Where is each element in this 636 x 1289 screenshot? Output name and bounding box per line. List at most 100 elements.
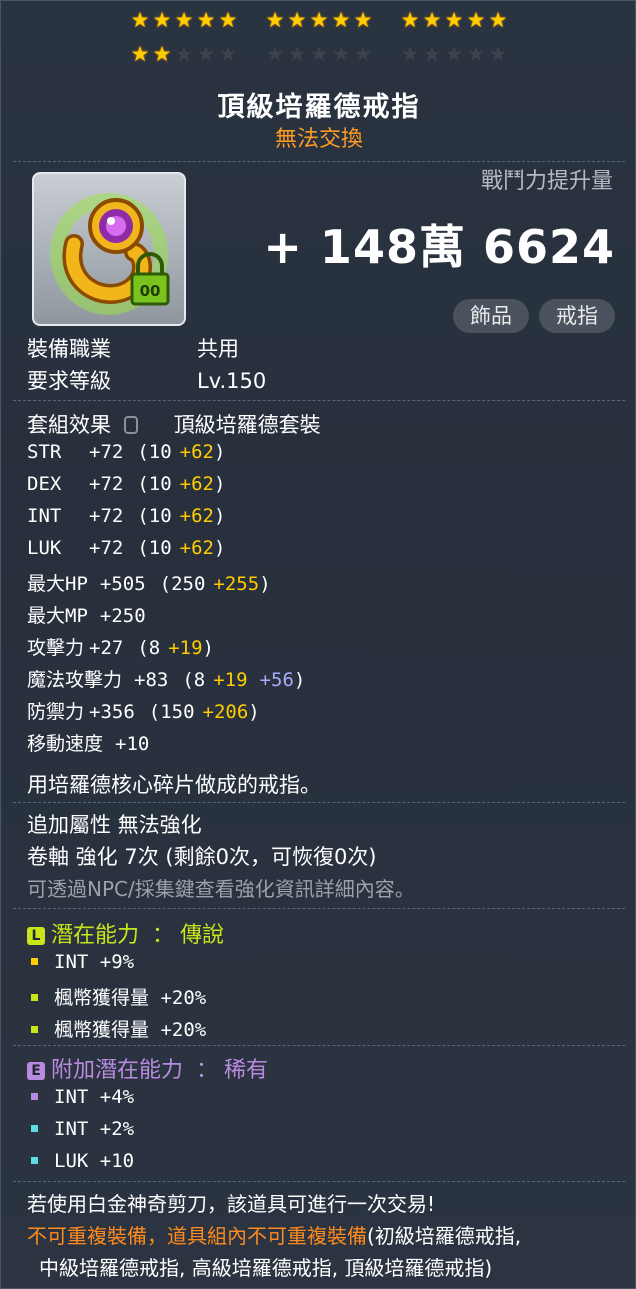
star-empty-icon: ★ — [309, 42, 329, 66]
star-force-row-1: ★ ★ ★ ★ ★ ★ ★ ★ ★ ★ ★ ★ ★ ★ ★ — [1, 9, 636, 31]
stat-close: ) — [248, 701, 260, 723]
star-empty-icon: ★ — [488, 42, 508, 66]
additional-potential-label: 附加潛在能力 — [51, 1058, 184, 1083]
set-effect-name: 頂級培羅德套裝 — [173, 413, 321, 437]
stat-row: 防禦力 +356 (150 +206) — [27, 697, 260, 724]
stat-bonus: +62 — [179, 537, 214, 559]
star-filled-icon: ★ — [218, 8, 238, 32]
stat-name: 攻擊力 — [27, 637, 85, 659]
star-filled-icon: ★ — [488, 8, 508, 32]
stat-total: +250 — [99, 605, 146, 627]
stat-name: 最大MP — [27, 605, 88, 627]
stat-close: ) — [202, 637, 214, 659]
bullet-icon — [31, 1157, 38, 1164]
golden-ring-icon: 00 — [32, 172, 186, 326]
power-increase-value: + 148萬 6624 — [263, 220, 615, 274]
potential-line: 楓幣獲得量 +20% — [31, 983, 206, 1010]
star-filled-icon: ★ — [174, 8, 194, 32]
stat-base: (10 — [137, 505, 172, 527]
stat-bonus: +19 — [213, 669, 248, 691]
star-filled-icon: ★ — [422, 8, 442, 32]
level-value: Lv.150 — [197, 369, 267, 393]
stat-bonus-magic: +56 — [259, 669, 294, 691]
star-group: ★ ★ ★ ★ ★ — [130, 43, 239, 65]
potential-line: LUK +10 — [31, 1150, 134, 1172]
star-filled-icon: ★ — [309, 8, 329, 32]
stat-name: LUK — [27, 537, 62, 559]
potential-line-text: INT +2% — [54, 1118, 135, 1140]
stat-close: ) — [213, 505, 226, 527]
stat-total: +72 — [89, 441, 124, 463]
star-filled-icon: ★ — [287, 8, 307, 32]
star-empty-icon: ★ — [331, 42, 351, 66]
epic-grade-icon: E — [27, 1062, 45, 1080]
stat-total: +72 — [89, 537, 124, 559]
star-group: ★ ★ ★ ★ ★ — [265, 9, 374, 31]
stat-row: LUK +72 (10 +62) — [27, 537, 225, 559]
extra-attribute: 追加屬性 無法強化 — [27, 813, 202, 837]
stat-close: ) — [213, 441, 226, 463]
unique-equip-list-b: 中級培羅德戒指, 高級培羅德戒指, 頂級培羅德戒指) — [39, 1256, 493, 1280]
star-empty-icon: ★ — [196, 42, 216, 66]
star-filled-icon: ★ — [196, 8, 216, 32]
category-tag-ring: 戒指 — [539, 299, 615, 333]
additional-potential-grade: 稀有 — [224, 1058, 269, 1083]
stat-base: (8 — [182, 669, 206, 691]
stat-close: ) — [293, 669, 306, 691]
star-filled-icon: ★ — [152, 8, 172, 32]
star-group: ★ ★ ★ ★ ★ — [265, 43, 374, 65]
potential-line-text: LUK +10 — [54, 1150, 135, 1172]
star-force-row-2: ★ ★ ★ ★ ★ ★ ★ ★ ★ ★ ★ ★ ★ ★ ★ — [1, 43, 636, 65]
bullet-icon — [31, 994, 38, 1001]
star-filled-icon: ★ — [466, 8, 486, 32]
stat-row: 移動速度 +10 — [27, 729, 163, 756]
star-group: ★ ★ ★ ★ ★ — [130, 9, 239, 31]
stat-total: +505 — [99, 573, 146, 595]
potential-line: INT +4% — [31, 1086, 134, 1108]
job-row: 裝備職業 共用 — [27, 333, 239, 363]
bullet-icon — [31, 958, 38, 965]
star-filled-icon: ★ — [400, 8, 420, 32]
star-empty-icon: ★ — [400, 42, 420, 66]
upgrade-hint: 可透過NPC/採集鍵查看強化資訊詳細內容。 — [27, 877, 415, 901]
divider — [13, 161, 625, 162]
stat-close: ) — [213, 473, 226, 495]
divider — [13, 1181, 625, 1182]
star-empty-icon: ★ — [444, 42, 464, 66]
lock-icon — [123, 416, 138, 434]
stat-total: +27 — [89, 637, 124, 659]
star-filled-icon: ★ — [265, 8, 285, 32]
stat-base: (250 — [159, 573, 206, 595]
svg-text:00: 00 — [140, 282, 161, 300]
trade-status: 無法交換 — [274, 127, 363, 152]
power-increase-label: 戰鬥力提升量 — [480, 169, 613, 194]
stat-bonus: +206 — [202, 701, 249, 723]
stat-name: INT — [27, 505, 62, 527]
stat-total: +72 — [89, 505, 124, 527]
stat-name: 防禦力 — [27, 701, 85, 723]
stat-base: (10 — [137, 537, 172, 559]
unique-equip-list-a: (初級培羅德戒指, — [367, 1224, 522, 1248]
unique-equip-warning: 不可重複裝備，道具組內不可重複裝備 — [27, 1224, 367, 1248]
item-name: 頂級培羅德戒指 — [217, 92, 421, 123]
star-filled-icon: ★ — [130, 42, 150, 66]
stat-row: 魔法攻擊力 +83 (8 +19 +56) — [27, 665, 305, 692]
stat-close: ) — [213, 537, 226, 559]
star-empty-icon: ★ — [218, 42, 238, 66]
job-value: 共用 — [197, 337, 239, 361]
category-tag-accessory: 飾品 — [453, 299, 529, 333]
stat-total: +10 — [115, 733, 150, 755]
stat-row: DEX +72 (10 +62) — [27, 473, 225, 495]
star-filled-icon: ★ — [130, 8, 150, 32]
stat-total: +356 — [89, 701, 135, 723]
stat-name: DEX — [27, 473, 62, 495]
star-group: ★ ★ ★ ★ ★ — [400, 9, 509, 31]
potential-line-text: INT +4% — [54, 1086, 135, 1108]
platinum-scissors-note: 若使用白金神奇剪刀，該道具可進行一次交易! — [27, 1192, 436, 1216]
divider — [13, 802, 625, 803]
potential-line-text: 楓幣獲得量 +20% — [54, 987, 207, 1009]
stat-bonus: +62 — [179, 505, 214, 527]
additional-potential-header: E 附加潛在能力 ：稀有 — [27, 1052, 268, 1084]
potential-header: L 潛在能力 ：傳說 — [27, 917, 224, 949]
item-description: 用培羅德核心碎片做成的戒指。 — [27, 773, 321, 797]
